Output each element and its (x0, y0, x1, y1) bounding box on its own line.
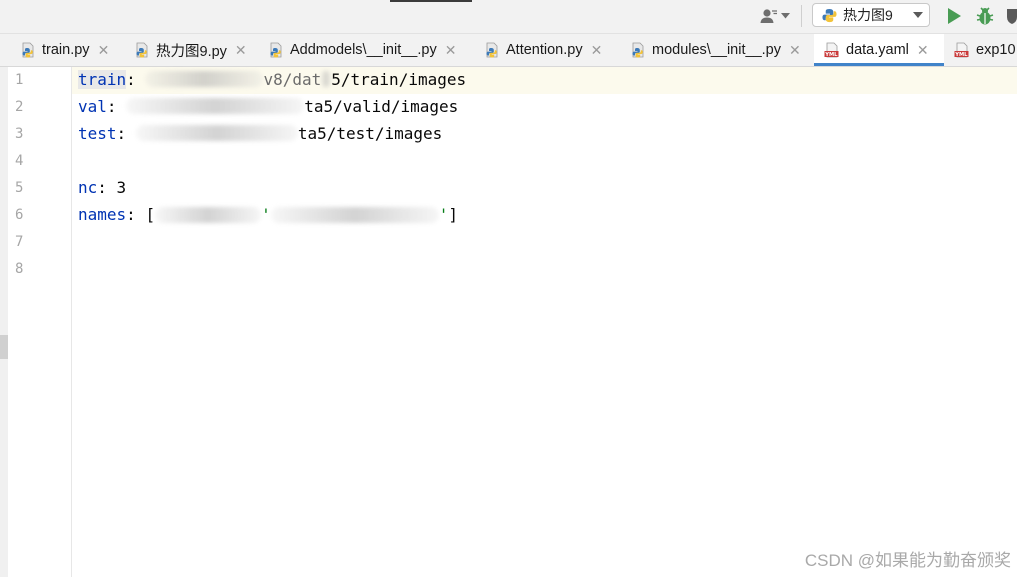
close-icon[interactable]: ✕ (235, 42, 247, 59)
line-number: 7 (15, 234, 24, 250)
yaml-key: val (78, 97, 107, 116)
close-icon[interactable]: ✕ (917, 42, 929, 59)
tab-label: data.yaml (846, 42, 909, 58)
code-line-3: test: ta5/test/images (78, 124, 442, 143)
svg-text:YML: YML (824, 52, 838, 58)
yaml-colon: : (106, 97, 117, 116)
yaml-key: names (78, 205, 127, 224)
redacted-text (321, 71, 332, 87)
python-file-icon (136, 42, 148, 58)
redacted-text (126, 98, 305, 114)
toolbar-separator (801, 5, 802, 27)
chevron-down-icon (781, 13, 790, 19)
main-toolbar: 热力图9 (0, 0, 1017, 34)
gutter-strip (0, 67, 8, 577)
close-icon[interactable]: ✕ (789, 42, 801, 59)
tab-data-yaml[interactable]: YML data.yaml ✕ (814, 34, 944, 66)
tab-modules-init-py[interactable]: modules\__init__.py ✕ (630, 34, 801, 66)
line-number: 2 (15, 99, 24, 115)
yaml-colon: : (97, 178, 107, 197)
chevron-down-icon (913, 12, 923, 18)
line-number: 4 (15, 153, 24, 169)
line-number: 1 (15, 72, 24, 88)
run-configuration-label: 热力图9 (843, 7, 893, 23)
tab-label: exp10 (976, 42, 1016, 58)
tab-exp10[interactable]: YML exp10 (954, 34, 1016, 66)
python-file-icon (486, 42, 498, 58)
code-editor[interactable]: 1 2 3 4 5 6 7 8 train: v8/dat 5/train/ima… (0, 67, 1017, 577)
redacted-text (155, 207, 262, 223)
yaml-value-fragment: 5 (331, 70, 341, 89)
yaml-value: ta5/test/images (297, 124, 443, 143)
yaml-value: ta5/valid/images (304, 97, 459, 116)
editor-tab-bar: train.py ✕ 热力图9.py ✕ Addmodels\__init__.… (0, 34, 1017, 67)
yaml-value-fragment: v8/dat (263, 70, 322, 89)
close-icon[interactable]: ✕ (98, 42, 110, 59)
yaml-bracket: ] (448, 205, 459, 224)
run-icon[interactable] (946, 7, 962, 25)
line-number: 8 (15, 261, 24, 277)
yaml-file-icon: YML (824, 42, 839, 58)
line-number-gutter: 1 2 3 4 5 6 7 8 (0, 67, 72, 577)
run-configuration-select[interactable]: 热力图9 (812, 3, 930, 27)
close-icon[interactable]: ✕ (445, 42, 457, 59)
yaml-value: /train/images (340, 70, 467, 89)
tab-label: modules\__init__.py (652, 42, 781, 58)
code-line-6: names: [ ' '] (78, 205, 458, 224)
python-file-icon (822, 8, 837, 22)
line-number: 6 (15, 207, 24, 223)
python-file-icon (22, 42, 34, 58)
tab-addmodels-init-py[interactable]: Addmodels\__init__.py ✕ (268, 34, 456, 66)
coverage-shield-icon[interactable] (1006, 7, 1017, 25)
code-line-2: val: ta5/valid/images (78, 97, 458, 116)
yaml-value: 3 (116, 178, 127, 197)
tab-label: Addmodels\__init__.py (290, 42, 437, 58)
account-button[interactable] (757, 6, 793, 26)
redacted-text (145, 71, 264, 87)
line-number: 5 (15, 180, 24, 196)
tab-label: train.py (42, 42, 90, 58)
code-line-1: train: v8/dat 5/train/images (78, 70, 466, 89)
yaml-key: train (78, 70, 127, 89)
watermark: CSDN @如果能为勤奋颁奖 (804, 551, 1011, 570)
yaml-colon: : (126, 70, 136, 89)
close-icon[interactable]: ✕ (591, 42, 603, 59)
tab-heatmap9-py[interactable]: 热力图9.py ✕ (134, 34, 247, 66)
user-icon (760, 9, 777, 23)
svg-text:YML: YML (954, 52, 968, 58)
tab-label: Attention.py (506, 42, 583, 58)
yaml-colon: : (116, 124, 127, 143)
yaml-colon: : (126, 205, 136, 224)
yaml-key: nc (78, 178, 98, 197)
yaml-bracket: [ (145, 205, 156, 224)
redacted-text (135, 125, 298, 141)
tab-label: 热力图9.py (156, 43, 227, 60)
yaml-key: test (78, 124, 117, 143)
tab-train-py[interactable]: train.py ✕ (20, 34, 109, 66)
yaml-file-icon: YML (954, 42, 969, 58)
python-file-icon (270, 42, 282, 58)
tab-attention-py[interactable]: Attention.py ✕ (484, 34, 602, 66)
yaml-string-fragment: ' (261, 205, 271, 224)
gutter-scroll-mark (0, 335, 8, 359)
code-line-5: nc: 3 (78, 178, 126, 197)
yaml-string-fragment: ' (438, 205, 449, 224)
redacted-text (270, 207, 439, 223)
toolbar-drag-indicator (390, 0, 472, 2)
line-number: 3 (15, 126, 24, 142)
python-file-icon (632, 42, 644, 58)
debug-bug-icon[interactable] (976, 6, 994, 26)
